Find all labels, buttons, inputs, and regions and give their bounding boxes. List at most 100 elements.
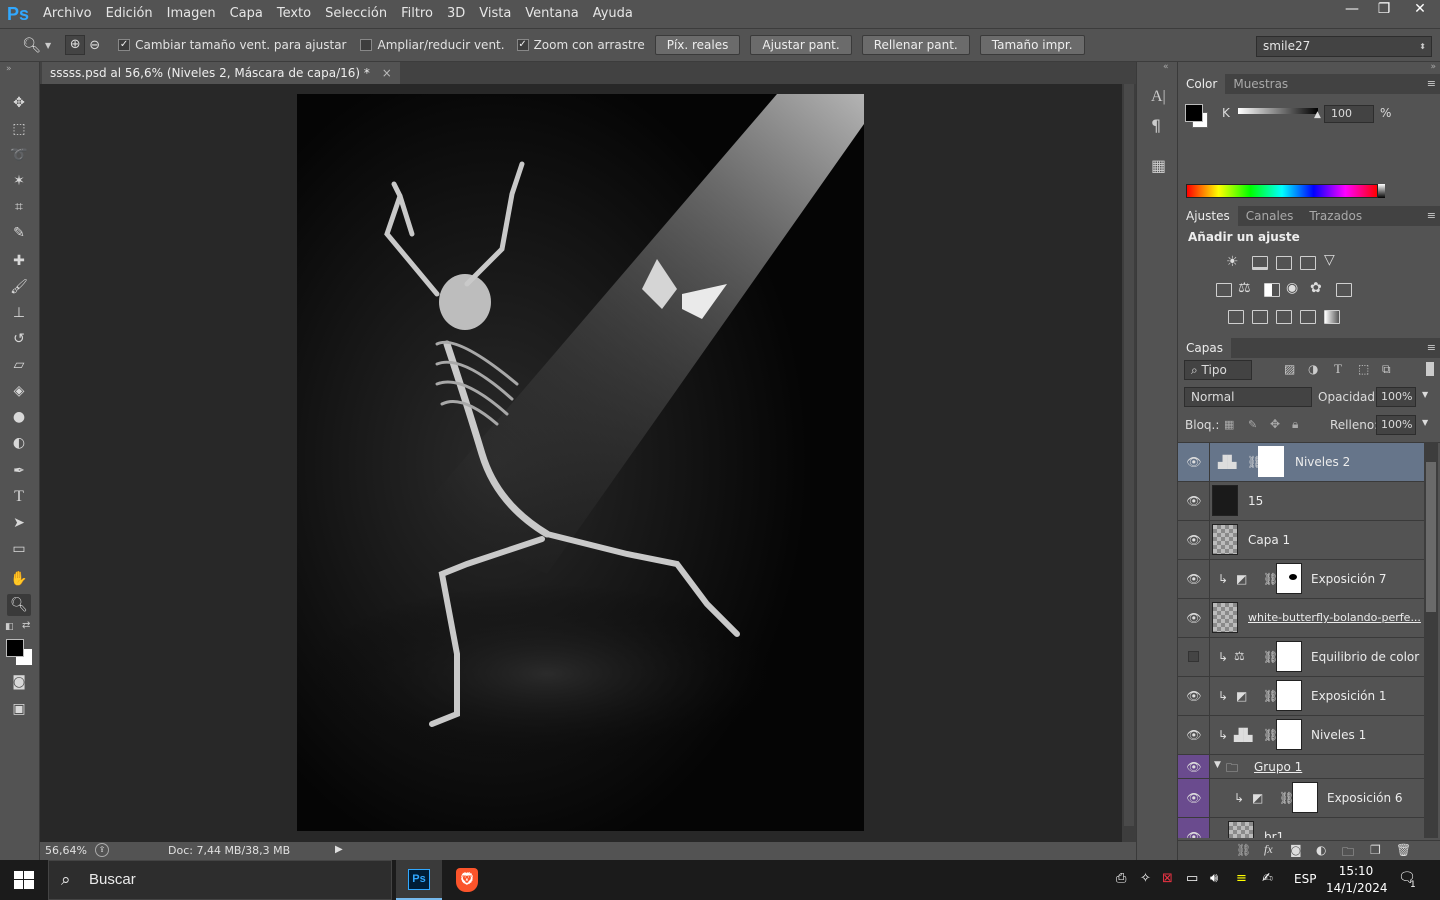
zoom-out-icon[interactable]: ⊖	[89, 38, 100, 53]
layer-mask-thumbnail[interactable]	[1276, 563, 1302, 594]
hidden-visibility-box[interactable]	[1188, 651, 1199, 662]
zoom-tool-icon[interactable]: 🔍︎	[22, 36, 41, 54]
vertical-scrollbar[interactable]	[1122, 84, 1136, 842]
resize-windows-checkbox[interactable]: ✓ Cambiar tamaño vent. para ajustar	[118, 38, 346, 52]
hand-tool-icon[interactable]: ✋	[7, 568, 31, 590]
eye-icon[interactable]: 👁︎	[1186, 494, 1202, 508]
link-layers-icon[interactable]: ⛓	[1236, 843, 1251, 857]
layer-row[interactable]: 👁︎ ▟▙ ⛓ Niveles 2	[1178, 443, 1424, 482]
actual-pixels-button[interactable]: Píx. reales	[654, 35, 741, 55]
layer-name[interactable]: Equilibrio de color 1	[1311, 650, 1431, 664]
layer-mask-thumbnail[interactable]	[1258, 446, 1284, 477]
document-tab[interactable]: sssss.psd al 56,6% (Niveles 2, Máscara d…	[42, 62, 400, 84]
layer-thumbnail[interactable]	[1212, 524, 1238, 555]
menu-archivo[interactable]: Archivo	[36, 0, 99, 28]
foreground-color-swatch[interactable]	[6, 639, 24, 657]
paragraph-icon[interactable]: ¶	[1151, 116, 1161, 135]
menu-edicion[interactable]: Edición	[99, 0, 160, 28]
layer-name[interactable]: br1	[1264, 830, 1284, 838]
menu-texto[interactable]: Texto	[270, 0, 318, 28]
invert-icon[interactable]	[1228, 310, 1244, 324]
scrubby-zoom-checkbox[interactable]: ✓ Zoom con arrastre	[516, 38, 645, 52]
threshold-icon[interactable]	[1276, 310, 1292, 324]
layer-name[interactable]: white-butterfly-bolando-perfe...	[1248, 611, 1421, 624]
layer-mask-thumbnail[interactable]	[1276, 719, 1302, 750]
layer-thumbnail[interactable]	[1212, 485, 1238, 516]
app-tray-icon[interactable]: ≡	[1236, 871, 1247, 886]
fit-screen-button[interactable]: Ajustar pant.	[750, 35, 852, 55]
panel-menu-icon[interactable]: ≡	[1427, 338, 1436, 358]
move-tool-icon[interactable]: ✥	[7, 92, 31, 114]
lasso-tool-icon[interactable]: ➰	[7, 144, 31, 166]
chevron-down-icon[interactable]: ▼	[1422, 390, 1428, 399]
new-adjustment-icon[interactable]: ◐	[1316, 843, 1326, 857]
lock-pixels-icon[interactable]: ✎	[1248, 418, 1257, 431]
quick-mask-icon[interactable]: ◙	[7, 671, 31, 693]
path-selection-tool-icon[interactable]: ➤	[7, 512, 31, 534]
eye-icon[interactable]: 👁︎	[1186, 689, 1202, 703]
menu-seleccion[interactable]: Selección	[318, 0, 394, 28]
menu-capa[interactable]: Capa	[223, 0, 270, 28]
layer-name[interactable]: Exposición 1	[1311, 689, 1387, 703]
layer-name[interactable]: Grupo 1	[1254, 760, 1302, 774]
clock[interactable]: 15:10 14/1/2024	[1326, 863, 1388, 897]
gradient-map-icon[interactable]	[1324, 310, 1340, 324]
volume-icon[interactable]: 🔊︎	[1210, 871, 1218, 886]
layer-filter-select[interactable]: ⌕ Tipo	[1184, 360, 1252, 380]
restore-button[interactable]: ❐	[1368, 0, 1400, 20]
channel-mixer-icon[interactable]: ✿	[1310, 280, 1322, 296]
hue-saturation-icon[interactable]	[1216, 283, 1232, 297]
smart-object-filter-icon[interactable]: ⧉	[1382, 362, 1391, 377]
opacity-input[interactable]: 100%	[1376, 387, 1416, 407]
lock-transparent-icon[interactable]: ▦	[1224, 418, 1234, 431]
layer-mask-thumbnail[interactable]	[1276, 680, 1302, 711]
print-size-button[interactable]: Tamaño impr.	[979, 35, 1085, 55]
workspace-select[interactable]: smile27 ⬍	[1256, 36, 1432, 57]
collapse-panels-icon[interactable]: »	[1430, 62, 1436, 72]
trash-icon[interactable]: 🗑︎	[1396, 843, 1411, 857]
tool-presets-icon[interactable]: ▦	[1151, 156, 1166, 175]
color-balance-icon[interactable]: ⚖	[1238, 280, 1251, 296]
brave-browser-icon[interactable]: 🦁︎	[456, 868, 478, 892]
curves-icon[interactable]	[1276, 256, 1292, 270]
k-value-input[interactable]: 100	[1324, 105, 1374, 123]
eye-icon[interactable]: 👁︎	[1186, 455, 1202, 469]
layer-thumbnail[interactable]	[1228, 821, 1254, 838]
tab-color[interactable]: Color	[1178, 74, 1226, 94]
new-layer-icon[interactable]: ❐	[1370, 843, 1381, 857]
screen-mode-icon[interactable]: ▣	[7, 698, 31, 720]
adjustment-filter-icon[interactable]: ◑	[1308, 362, 1318, 376]
zoom-tool-icon[interactable]: 🔍︎	[7, 594, 31, 616]
eyedropper-tool-icon[interactable]: ✎	[7, 222, 31, 244]
shape-filter-icon[interactable]: ⬚	[1358, 362, 1369, 376]
lock-all-icon[interactable]: 🔒︎	[1292, 417, 1298, 432]
language-indicator[interactable]: ESP	[1294, 872, 1316, 886]
menu-filtro[interactable]: Filtro	[394, 0, 440, 28]
eye-icon[interactable]: 👁︎	[1186, 611, 1202, 625]
brightness-contrast-icon[interactable]: ☀	[1226, 254, 1239, 270]
marquee-tool-icon[interactable]: ⬚	[7, 118, 31, 140]
menu-3d[interactable]: 3D	[440, 0, 472, 28]
collapse-icon[interactable]: »	[6, 64, 12, 74]
expand-triangle-icon[interactable]: ▼	[1214, 760, 1221, 770]
zoom-level[interactable]: 56,64%	[45, 844, 87, 857]
fill-screen-button[interactable]: Rellenar pant.	[861, 35, 970, 55]
minimize-button[interactable]: —	[1336, 0, 1368, 20]
layer-row[interactable]: ↳ ⚖ ⛓ Equilibrio de color 1	[1178, 638, 1431, 677]
fill-input[interactable]: 100%	[1376, 415, 1416, 435]
menu-imagen[interactable]: Imagen	[160, 0, 223, 28]
pixel-filter-icon[interactable]: ▨	[1284, 362, 1295, 376]
layer-thumbnail[interactable]	[1212, 602, 1238, 633]
tab-canales[interactable]: Canales	[1238, 206, 1302, 226]
color-spectrum[interactable]	[1186, 184, 1378, 198]
paint-bucket-tool-icon[interactable]: ◈	[7, 380, 31, 402]
zoom-all-windows-checkbox[interactable]: Ampliar/reducir vent.	[360, 38, 505, 52]
layer-row[interactable]: 👁︎ white-butterfly-bolando-perfe...	[1178, 599, 1424, 638]
close-tab-icon[interactable]: ×	[382, 66, 392, 80]
windows-start-icon[interactable]	[14, 871, 34, 889]
layer-mask-thumbnail[interactable]	[1276, 641, 1302, 672]
zoom-in-icon[interactable]: ⊕	[65, 35, 86, 55]
layer-name[interactable]: Capa 1	[1248, 533, 1290, 547]
eye-icon[interactable]: 👁︎	[1186, 760, 1202, 774]
close-button[interactable]: ✕	[1400, 0, 1440, 20]
